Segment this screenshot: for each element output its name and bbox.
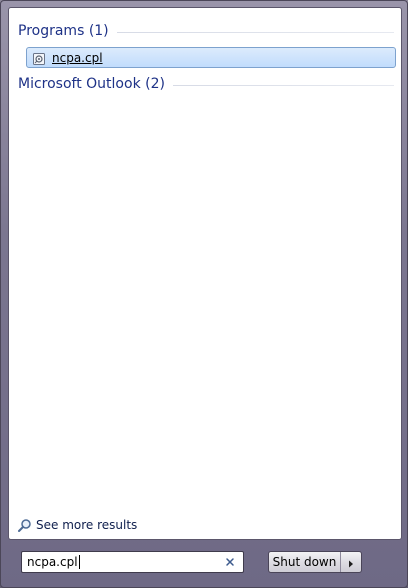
see-more-results-link[interactable]: See more results (17, 516, 137, 534)
shut-down-split-button: Shut down (268, 551, 362, 573)
group-header-microsoft-outlook[interactable]: Microsoft Outlook (2) (18, 73, 394, 95)
text-caret (78, 555, 80, 569)
see-more-results-label: See more results (36, 518, 138, 532)
arrow-right-icon (348, 553, 354, 572)
group-title-microsoft-outlook: Microsoft Outlook (2) (18, 76, 165, 92)
search-input-value: ncpa.cpl (27, 555, 78, 569)
magnifier-icon (17, 518, 32, 533)
search-box[interactable]: ncpa.cpl (21, 551, 244, 573)
clear-x-icon[interactable] (222, 554, 238, 570)
group-divider (172, 84, 394, 86)
group-header-programs[interactable]: Programs (1) (18, 20, 394, 42)
control-panel-applet-icon (32, 51, 46, 65)
start-menu: Programs (1) ncpa.cpl Microsoft Outlook … (0, 0, 408, 588)
group-title-programs: Programs (1) (18, 23, 109, 39)
shut-down-button[interactable]: Shut down (269, 552, 341, 572)
result-item-ncpa-cpl[interactable]: ncpa.cpl (26, 47, 396, 68)
result-item-label: ncpa.cpl (52, 50, 103, 65)
group-divider (116, 31, 394, 33)
search-results-pane: Programs (1) ncpa.cpl Microsoft Outlook … (8, 7, 402, 540)
shut-down-options-button[interactable] (341, 552, 361, 572)
search-input[interactable]: ncpa.cpl (22, 555, 222, 569)
